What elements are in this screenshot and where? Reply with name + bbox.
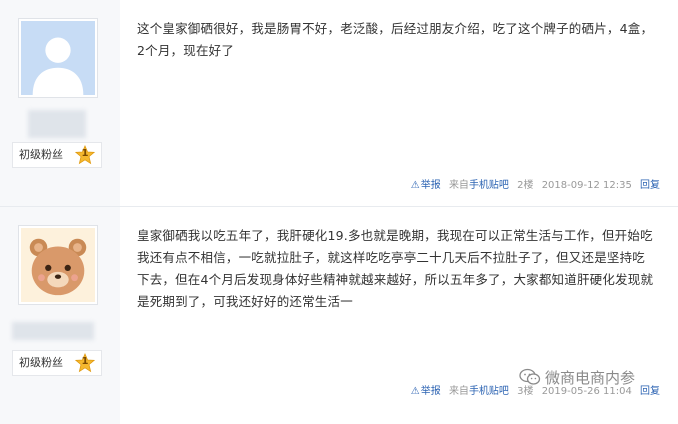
- fan-level-badge[interactable]: 初级粉丝 1: [12, 142, 102, 168]
- reply-link[interactable]: 回复: [640, 178, 660, 194]
- author-panel: 初级粉丝 1: [0, 0, 120, 207]
- fan-level-number: 1: [81, 356, 89, 367]
- avatar[interactable]: [18, 18, 98, 98]
- post-timestamp: 2018-09-12 12:35: [541, 180, 632, 191]
- source-link[interactable]: 手机贴吧: [469, 178, 509, 194]
- fan-label: 初级粉丝: [19, 356, 63, 369]
- post-meta: ⚠举报 来自手机贴吧 2楼 2018-09-12 12:35 回复: [411, 178, 660, 194]
- username-redacted[interactable]: [28, 110, 86, 138]
- report-link[interactable]: 举报: [421, 178, 441, 194]
- username-redacted[interactable]: [12, 322, 94, 340]
- default-user-avatar-icon: [21, 21, 95, 95]
- report-link[interactable]: 举报: [421, 384, 441, 400]
- fan-level-number: 1: [81, 148, 89, 159]
- fan-level-badge[interactable]: 初级粉丝 1: [12, 350, 102, 376]
- post-floor-3: 初级粉丝 1 皇家御硒我以吃五年了，我肝硬化19.多也就是晚期，我现在可以正常生…: [0, 207, 678, 424]
- fan-label: 初级粉丝: [19, 148, 63, 161]
- warning-triangle-icon: ⚠: [410, 180, 420, 191]
- source-prefix: 来自: [448, 386, 469, 397]
- source-prefix: 来自: [448, 180, 469, 191]
- watermark: 微商电商内参: [519, 367, 635, 389]
- post-floor-2: 初级粉丝 1 这个皇家御硒很好，我是肠胃不好，老泛酸，后经过朋友介绍，吃了这个牌…: [0, 0, 678, 207]
- source-link[interactable]: 手机贴吧: [469, 384, 509, 400]
- post-content: 这个皇家御硒很好，我是肠胃不好，老泛酸，后经过朋友介绍，吃了这个牌子的硒片，4盒…: [137, 21, 654, 58]
- post-content: 皇家御硒我以吃五年了，我肝硬化19.多也就是晚期，我现在可以正常生活与工作，但开…: [137, 228, 654, 309]
- reply-link[interactable]: 回复: [640, 384, 660, 400]
- warning-triangle-icon: ⚠: [410, 386, 420, 397]
- bear-avatar-icon: [21, 228, 95, 302]
- author-panel: 初级粉丝 1: [0, 207, 120, 424]
- avatar[interactable]: [18, 225, 98, 305]
- watermark-text: 微商电商内参: [545, 369, 636, 387]
- wechat-logo-icon: [519, 368, 541, 385]
- floor-number: 2楼: [517, 180, 534, 191]
